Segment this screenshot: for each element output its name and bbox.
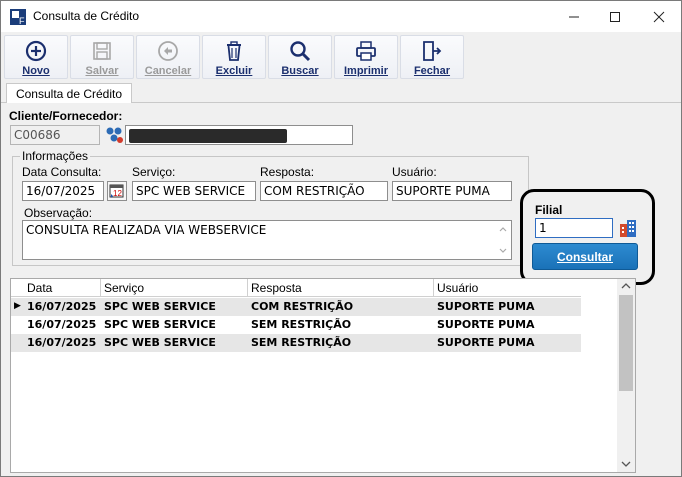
- buscar-button[interactable]: Buscar: [268, 35, 332, 79]
- servico-label: Serviço:: [132, 165, 176, 179]
- novo-button[interactable]: Novo: [4, 35, 68, 79]
- observacao-text: CONSULTA REALIZADA VIA WEBSERVICE: [26, 223, 267, 237]
- filial-highlight: Filial 1: [520, 189, 655, 285]
- servico-field[interactable]: SPC WEB SERVICE: [132, 181, 256, 201]
- maximize-button[interactable]: [592, 1, 638, 32]
- header-data[interactable]: Data: [27, 281, 52, 295]
- svg-text:12: 12: [113, 189, 122, 198]
- toolbar: Novo Salvar Cancelar Excluir Buscar Impr…: [1, 32, 681, 81]
- cliente-name-field[interactable]: [125, 125, 353, 145]
- calendar-button[interactable]: 12: [107, 181, 127, 201]
- window-title: Consulta de Crédito: [33, 9, 140, 23]
- observacao-textarea[interactable]: CONSULTA REALIZADA VIA WEBSERVICE: [22, 220, 512, 260]
- resposta-label: Resposta:: [260, 165, 315, 179]
- cell-resposta: SEM RESTRIÇÃO: [251, 318, 352, 331]
- header-resposta[interactable]: Resposta: [251, 281, 302, 295]
- main-panel: Cliente/Fornecedor: C00686 Informações D…: [4, 103, 680, 475]
- resposta-field[interactable]: COM RESTRIÇÃO: [260, 181, 388, 201]
- cell-servico: SPC WEB SERVICE: [104, 336, 216, 349]
- table-row[interactable]: ▶ 16/07/2025 SPC WEB SERVICE COM RESTRIÇ…: [11, 298, 581, 316]
- cell-usuario: SUPORTE PUMA: [437, 336, 535, 349]
- close-icon: [653, 11, 665, 22]
- data-consulta-field[interactable]: 16/07/2025: [22, 181, 104, 201]
- current-row-indicator-icon: ▶: [14, 301, 21, 311]
- search-icon: [290, 41, 311, 62]
- informacoes-title: Informações: [20, 149, 91, 163]
- scroll-thumb[interactable]: [619, 295, 633, 391]
- app-window: F Consulta de Crédito Novo Salvar Cancel…: [0, 0, 682, 477]
- scroll-arrows-icon: [499, 227, 507, 253]
- cancelar-button[interactable]: Cancelar: [136, 35, 200, 79]
- app-logo-icon: F: [10, 9, 26, 25]
- filial-label: Filial: [535, 203, 563, 217]
- building-icon[interactable]: [618, 218, 638, 238]
- printer-icon: [356, 41, 376, 61]
- cancelar-label: Cancelar: [144, 65, 192, 77]
- excluir-button[interactable]: Excluir: [202, 35, 266, 79]
- cell-data: 16/07/2025: [27, 336, 97, 349]
- scroll-up-icon[interactable]: [621, 282, 631, 290]
- tab-bar: Consulta de Crédito: [1, 81, 681, 104]
- fechar-label: Fechar: [413, 65, 451, 77]
- svg-text:F: F: [19, 16, 25, 25]
- cliente-code-field[interactable]: C00686: [10, 125, 100, 145]
- grid-header: Data Serviço Resposta Usuário: [11, 279, 581, 297]
- cliente-label: Cliente/Fornecedor:: [9, 109, 123, 123]
- salvar-label: Salvar: [85, 65, 119, 77]
- usuario-field[interactable]: SUPORTE PUMA: [392, 181, 512, 201]
- header-servico[interactable]: Serviço: [104, 281, 144, 295]
- tab-consulta-credito[interactable]: Consulta de Crédito: [6, 83, 132, 104]
- cell-usuario: SUPORTE PUMA: [437, 300, 535, 313]
- excluir-label: Excluir: [215, 65, 253, 77]
- novo-label: Novo: [22, 65, 50, 77]
- undo-circle-icon: [158, 41, 178, 61]
- cell-data: 16/07/2025: [27, 318, 97, 331]
- cell-servico: SPC WEB SERVICE: [104, 300, 216, 313]
- cell-resposta: SEM RESTRIÇÃO: [251, 336, 352, 349]
- table-row[interactable]: 16/07/2025 SPC WEB SERVICE SEM RESTRIÇÃO…: [11, 316, 581, 334]
- redacted-name-block: [129, 129, 287, 143]
- plus-circle-icon: [25, 40, 47, 62]
- maximize-icon: [610, 11, 620, 22]
- save-disk-icon: [93, 42, 111, 60]
- cell-data: 16/07/2025: [27, 300, 97, 313]
- filial-input[interactable]: 1: [535, 218, 613, 238]
- consultar-button[interactable]: Consultar: [532, 243, 638, 270]
- salvar-button[interactable]: Salvar: [70, 35, 134, 79]
- minimize-icon: [569, 16, 579, 17]
- observacao-scrollbar[interactable]: [497, 223, 509, 257]
- usuario-label: Usuário:: [392, 165, 437, 179]
- consultas-grid: Data Serviço Resposta Usuário ▶ 16/07/20…: [10, 278, 636, 473]
- imprimir-label: Imprimir: [343, 65, 388, 77]
- exit-door-icon: [423, 41, 442, 61]
- title-bar: F Consulta de Crédito: [1, 1, 681, 32]
- cell-usuario: SUPORTE PUMA: [437, 318, 535, 331]
- grid-vertical-scrollbar[interactable]: [617, 279, 635, 472]
- table-row[interactable]: 16/07/2025 SPC WEB SERVICE SEM RESTRIÇÃO…: [11, 334, 581, 352]
- imprimir-button[interactable]: Imprimir: [334, 35, 398, 79]
- calendar-icon: 12: [109, 184, 124, 198]
- informacoes-group: Informações Data Consulta: 16/07/2025 12…: [12, 149, 529, 266]
- data-consulta-label: Data Consulta:: [22, 165, 102, 179]
- fechar-button[interactable]: Fechar: [400, 35, 464, 79]
- scroll-down-icon[interactable]: [621, 460, 631, 468]
- observacao-label: Observação:: [24, 206, 93, 220]
- header-usuario[interactable]: Usuário: [437, 281, 478, 295]
- cliente-search-icon[interactable]: [104, 125, 124, 145]
- trash-icon: [227, 41, 241, 61]
- minimize-button[interactable]: [551, 1, 597, 32]
- buscar-label: Buscar: [281, 65, 319, 77]
- cell-servico: SPC WEB SERVICE: [104, 318, 216, 331]
- close-button[interactable]: [636, 1, 682, 32]
- cell-resposta: COM RESTRIÇÃO: [251, 300, 354, 313]
